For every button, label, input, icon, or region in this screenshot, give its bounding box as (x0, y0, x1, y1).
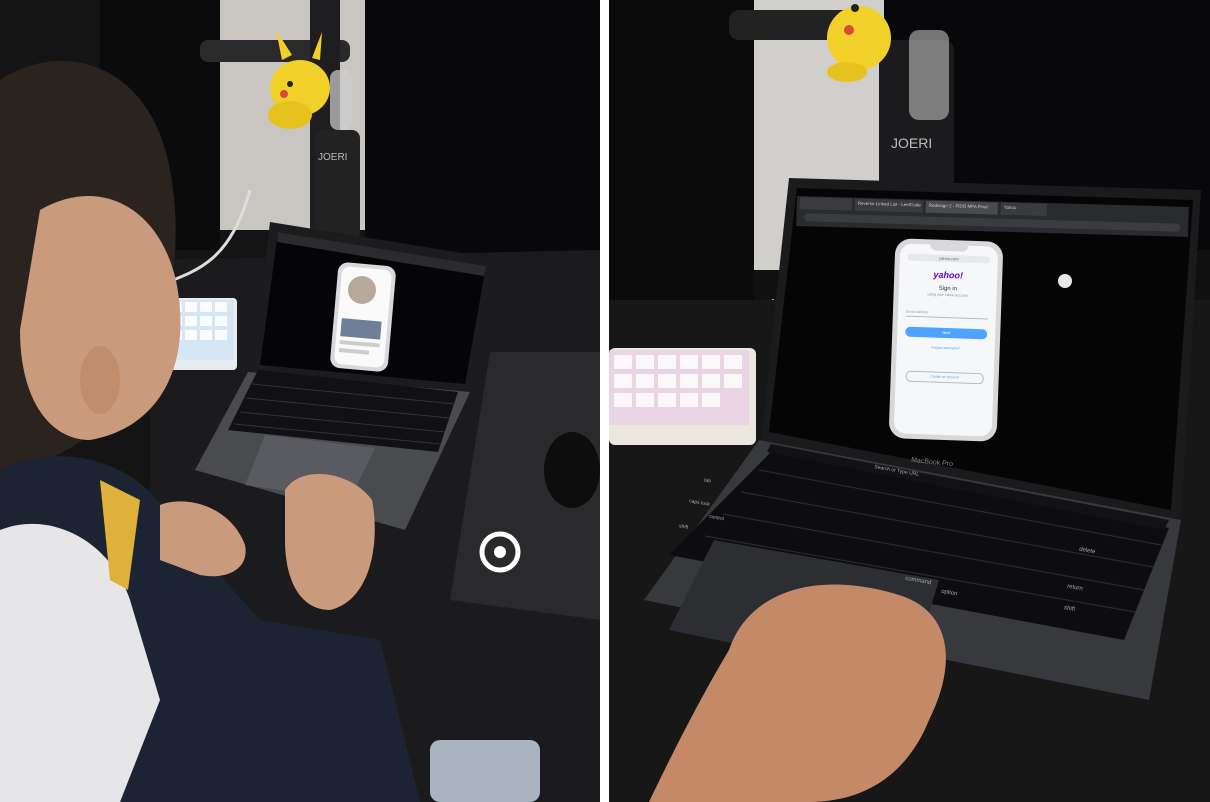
article-image (348, 276, 376, 304)
photo-divider (600, 0, 609, 802)
right-monitor (365, 0, 600, 260)
ear (80, 346, 120, 414)
left-photo-scene: acer JOERI (0, 0, 600, 802)
key-tab[interactable]: tab (704, 477, 712, 484)
article-photo (340, 318, 382, 340)
phone-mockup (330, 262, 396, 372)
bag-text: JOERI (318, 152, 347, 163)
right-photo: JOERI Reverse Linked List - LeetCode Red… (609, 0, 1210, 802)
bag (315, 130, 360, 240)
mouse (544, 432, 600, 508)
laptop-base-layer (644, 440, 1181, 802)
left-photo: acer JOERI (0, 0, 600, 802)
jeans (430, 740, 540, 802)
keychain (330, 70, 352, 130)
